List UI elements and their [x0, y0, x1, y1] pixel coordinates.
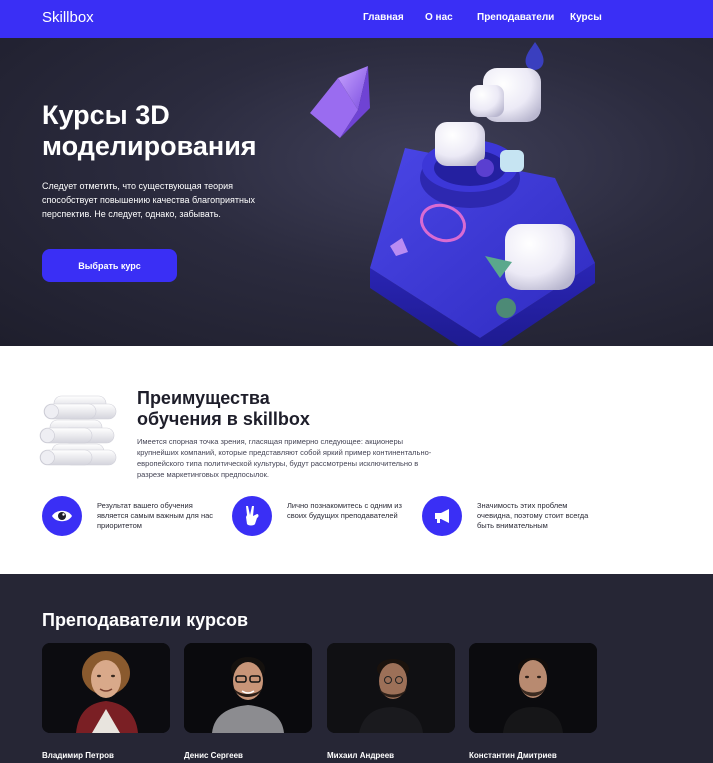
nav-link-about[interactable]: О нас — [425, 12, 453, 23]
teachers-title: Преподаватели курсов — [42, 610, 249, 630]
logo[interactable]: Skillbox — [42, 9, 94, 26]
hero-title-line2: моделирования — [42, 131, 257, 161]
hero-title-line1: Курсы 3D — [42, 100, 170, 130]
cube-bowl — [435, 122, 485, 166]
teacher-photo-4 — [469, 643, 597, 733]
advantages-title: Преимущества обучения в skillbox — [137, 388, 357, 430]
eye-icon — [42, 496, 82, 536]
feature-text-3: Значимость этих проблем очевидна, поэтом… — [477, 501, 589, 530]
teacher-card-4[interactable] — [469, 643, 597, 733]
sphere-green — [496, 298, 516, 318]
teacher-card-2[interactable] — [184, 643, 312, 733]
advantages-title-line2: обучения в skillbox — [137, 409, 310, 429]
nav-link-teachers[interactable]: Преподаватели — [477, 12, 554, 23]
teacher-name-2: Денис Сергеев — [184, 751, 243, 760]
teacher-photo-1 — [42, 643, 170, 733]
advantages-section: Преимущества обучения в skillbox Имеется… — [0, 346, 713, 574]
teacher-name-1: Владимир Петров — [42, 751, 114, 760]
teacher-card-3[interactable] — [327, 643, 455, 733]
top-navigation-bar: Skillbox Главная О нас Преподаватели Кур… — [0, 0, 713, 38]
advantages-title-line1: Преимущества — [137, 388, 270, 408]
cube-teal — [500, 150, 524, 172]
feature-text-1: Результат вашего обучения является самым… — [97, 501, 214, 530]
teacher-photo-2 — [184, 643, 312, 733]
teachers-section: Преподаватели курсов Владимир Петров Ден… — [0, 574, 713, 763]
drop-shape — [525, 42, 544, 70]
teacher-name-4: Константин Дмитриев — [469, 751, 557, 760]
teacher-name-3: Михаил Андреев — [327, 751, 395, 760]
nav-link-courses[interactable]: Курсы — [570, 12, 602, 23]
nav-link-home[interactable]: Главная — [363, 12, 404, 23]
feature-text-2: Лично познакомитесь с одним из своих буд… — [287, 501, 402, 520]
victory-hand-icon — [232, 496, 272, 536]
rolls-illustration — [39, 395, 117, 466]
hero-description: Следует отметить, что существующая теори… — [42, 181, 255, 219]
advantages-description: Имеется спорная точка зрения, гласящая п… — [137, 437, 432, 479]
cube-small-top — [470, 85, 504, 117]
choose-course-button[interactable]: Выбрать курс — [42, 249, 177, 282]
teacher-photo-3 — [327, 643, 455, 733]
teacher-card-1[interactable] — [42, 643, 170, 733]
hero-3d-illustration — [310, 42, 595, 346]
megaphone-icon — [422, 496, 462, 536]
hero-title: Курсы 3D моделирования — [42, 100, 322, 162]
cube-large-bottom — [505, 224, 575, 290]
sphere-purple — [476, 159, 494, 177]
hero-section: Курсы 3D моделирования Следует отметить,… — [0, 38, 713, 346]
